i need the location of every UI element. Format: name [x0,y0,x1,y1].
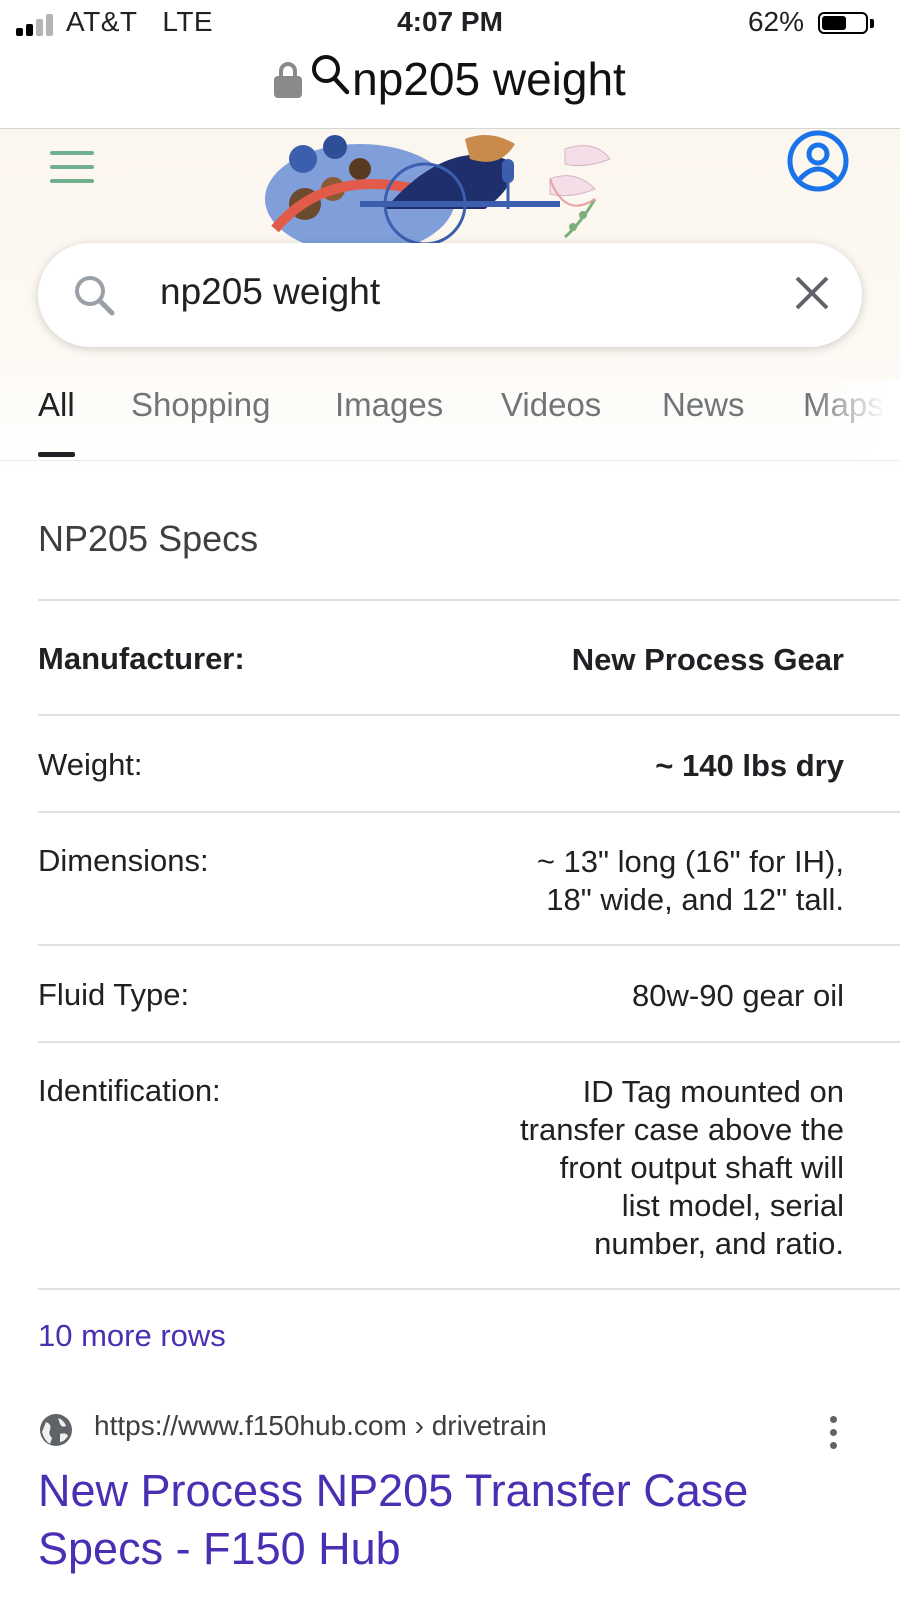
divider [38,599,900,601]
clear-icon[interactable] [792,273,832,313]
lock-icon [274,61,303,98]
search-tabs: All Shopping Images Videos News Maps [0,380,900,461]
divider [38,811,900,813]
spec-value-weight: ~ 140 lbs dry [655,748,844,783]
tab-news[interactable]: News [662,386,745,424]
spec-label-manufacturer: Manufacturer: [38,641,245,676]
search-icon [310,52,350,106]
google-doodle[interactable] [265,129,635,244]
tab-videos[interactable]: Videos [501,386,601,424]
result-title-link[interactable]: New Process NP205 Transfer Case Specs - … [38,1462,858,1578]
search-box[interactable]: np205 weight [38,243,862,347]
tab-all[interactable]: All [38,386,75,424]
divider [38,1041,900,1043]
globe-icon [38,1412,74,1453]
status-bar: AT&T LTE 4:07 PM 62% [0,0,900,48]
divider [38,714,900,716]
spec-label-dimensions: Dimensions: [38,843,209,878]
address-bar-text: np205 weight [352,53,626,105]
divider [38,1288,900,1290]
specs-title: NP205 Specs [38,518,259,559]
spec-value-identification: ID Tag mounted on transfer case above the… [520,1074,844,1261]
active-tab-indicator [38,452,75,457]
menu-icon[interactable] [50,151,94,185]
address-bar[interactable]: np205 weight [0,48,900,129]
account-icon[interactable] [786,129,850,193]
battery-percent: 62% [747,6,804,37]
divider [38,944,900,946]
more-options-icon[interactable] [828,1416,838,1450]
spec-value-dimensions: ~ 13" long (16" for IH), 18" wide, and 12… [536,844,844,917]
tab-shopping[interactable]: Shopping [131,386,270,424]
spec-label-identification: Identification: [38,1073,221,1108]
search-icon [72,273,116,322]
tab-maps[interactable]: Maps [803,386,884,424]
tab-images[interactable]: Images [335,386,443,424]
spec-value-fluid-type: 80w-90 gear oil [632,978,844,1013]
search-input[interactable]: np205 weight [160,271,380,313]
spec-label-weight: Weight: [38,747,143,782]
spec-value-manufacturer: New Process Gear [571,642,844,677]
result-url[interactable]: https://www.f150hub.com › drivetrain [94,1410,547,1442]
spec-label-fluid-type: Fluid Type: [38,977,190,1012]
battery-icon [818,12,868,34]
more-rows-link[interactable]: 10 more rows [38,1318,226,1354]
